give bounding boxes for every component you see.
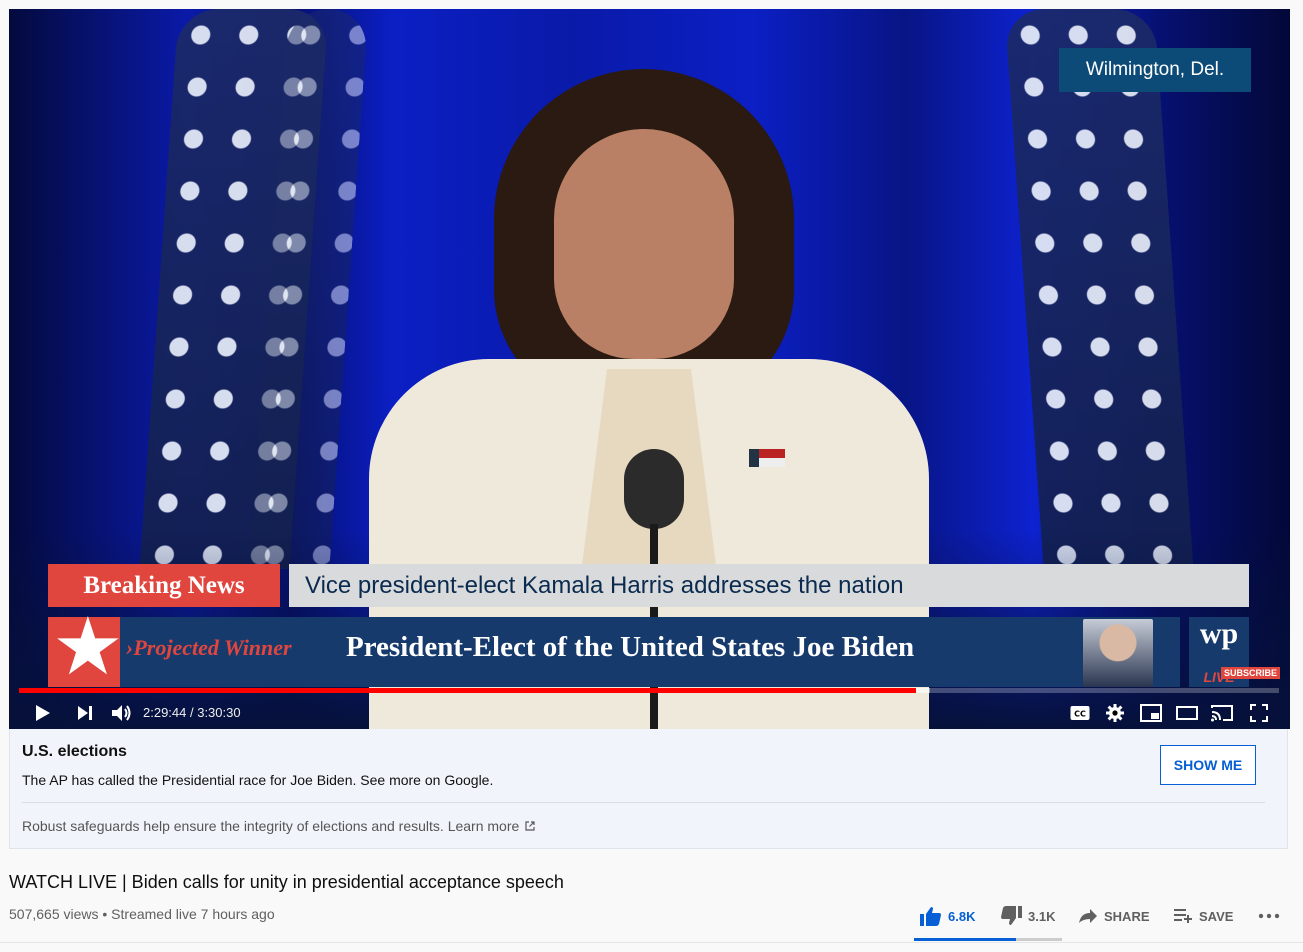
info-panel-title: U.S. elections (22, 743, 127, 760)
cast-icon[interactable] (1210, 701, 1234, 725)
play-icon[interactable] (31, 701, 55, 725)
breaking-news-text: Vice president-elect Kamala Harris addre… (289, 564, 1249, 607)
learn-more-label: Learn more (447, 818, 520, 834)
share-button[interactable]: SHARE (1078, 900, 1150, 932)
dislike-button[interactable]: 3.1K (1000, 900, 1055, 932)
progress-played (19, 688, 916, 693)
more-actions-button[interactable] (1258, 900, 1280, 932)
sentiment-bar (914, 938, 1062, 941)
star-icon: ★ (48, 607, 124, 687)
info-panel-footer: Robust safeguards help ensure the integr… (22, 818, 535, 834)
show-me-button[interactable]: SHOW ME (1160, 745, 1256, 785)
video-player[interactable]: Wilmington, Del. Breaking News Vice pres… (9, 9, 1290, 729)
flag-right (1004, 9, 1194, 569)
ticker-headline: President-Elect of the United States Joe… (346, 631, 915, 663)
more-horizontal-icon (1258, 913, 1280, 919)
miniplayer-icon[interactable] (1139, 701, 1163, 725)
dislike-count: 3.1K (1028, 908, 1056, 924)
save-button[interactable]: SAVE (1173, 900, 1233, 932)
subscribe-watermark[interactable]: SUBSCRIBE (1221, 667, 1281, 679)
sentiment-like-fill (914, 938, 1016, 941)
svg-text:CC: CC (1074, 710, 1086, 719)
player-controls: 2:29:44 / 3:30:30 CC (9, 695, 1290, 729)
like-count: 6.8K (948, 908, 976, 924)
learn-more-link[interactable]: Learn more (448, 818, 535, 834)
biden-portrait (1083, 619, 1153, 687)
volume-icon[interactable] (109, 701, 135, 725)
share-icon (1079, 909, 1097, 923)
progress-bar[interactable] (19, 688, 1279, 693)
thumbs-up-icon (920, 907, 941, 926)
settings-icon[interactable] (1103, 701, 1127, 725)
flag-pin (749, 449, 785, 467)
info-panel-description: The AP has called the Presidential race … (22, 772, 494, 788)
lower-third-ticker: ★ ›Projected Winner President-Elect of t… (48, 607, 1180, 687)
next-icon[interactable] (73, 701, 97, 725)
microphone (624, 449, 684, 529)
thumbs-down-icon (1001, 906, 1022, 925)
video-stats: 507,665 views • Streamed live 7 hours ag… (9, 906, 275, 922)
footer-text: Robust safeguards help ensure the integr… (22, 818, 444, 834)
video-title: WATCH LIVE | Biden calls for unity in pr… (9, 872, 564, 892)
playlist-add-icon (1174, 909, 1192, 923)
divider (0, 942, 1303, 943)
external-link-icon (525, 821, 535, 831)
theater-icon[interactable] (1175, 701, 1199, 725)
save-label: SAVE (1199, 908, 1234, 924)
captions-icon[interactable]: CC (1069, 701, 1091, 725)
fullscreen-icon[interactable] (1247, 701, 1271, 725)
breaking-news-label: Breaking News (48, 564, 280, 607)
share-label: SHARE (1104, 908, 1150, 924)
location-overlay: Wilmington, Del. (1059, 48, 1251, 92)
like-button[interactable]: 6.8K (920, 900, 975, 932)
time-display: 2:29:44 / 3:30:30 (143, 705, 241, 720)
ticker-prefix: ›Projected Winner (126, 635, 292, 660)
divider (22, 802, 1265, 803)
election-info-panel: U.S. elections The AP has called the Pre… (9, 729, 1288, 849)
